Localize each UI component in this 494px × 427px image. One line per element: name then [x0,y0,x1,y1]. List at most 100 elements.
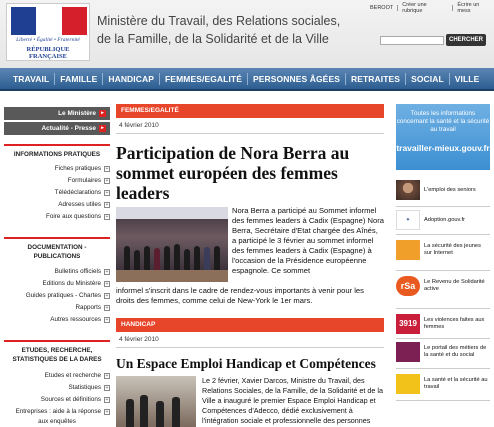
right-link[interactable]: ✦ Adoption.gouv.fr [396,210,490,230]
flag-icon [11,7,87,35]
nav-item-handicap[interactable]: HANDICAP [103,74,159,84]
site-header: Liberté • Égalité • Fraternité RÉPUBLIQU… [0,0,494,68]
right-link-label: Les violences faites aux femmes [424,317,485,330]
logo-republic: RÉPUBLIQUE FRANÇAISE [26,46,70,60]
search-input[interactable] [380,36,444,45]
sidebar-button-label: Actualité - Presse [41,125,96,132]
sidebar-button-actualite[interactable]: Actualité - Presse ▸ [4,122,110,135]
top-link[interactable]: Écrire un mess [457,2,494,14]
expand-icon: + [104,268,110,275]
site-title-line-2: de la Famille, de la Solidarité et de la… [97,32,329,46]
right-link-label: L'emploi des seniors [424,186,476,193]
expand-icon: + [104,372,110,379]
nav-item-retraites[interactable]: RETRAITES [346,74,405,84]
sidebar-button-label: Le Ministère [58,110,96,117]
sidebar-button-ministere[interactable]: Le Ministère ▸ [4,107,110,120]
category-badge[interactable]: FEMMES/EGALITÉ [116,104,384,118]
sidebar-section-title: ETUDES, RECHERCHE, STATISTIQUES DE LA DA… [4,340,110,364]
nav-item-femmes-egalite[interactable]: FEMMES/EGALITÉ [160,74,247,84]
expand-icon: + [104,280,110,287]
health-jobs-thumbnail [396,342,420,362]
sidebar-item-label: Rapports [75,304,101,311]
sidebar-item[interactable]: Adresses utiles + [4,200,110,209]
expand-icon: + [104,292,110,299]
expand-icon: + [104,396,110,403]
top-link[interactable]: Créer une rubrique [402,2,448,14]
expand-icon: + [104,316,110,323]
sidebar-item-label: Adresses utiles [58,201,101,208]
site-title-line-1: Ministère du Travail, des Relations soci… [97,14,341,28]
sidebar-item[interactable]: Fiches pratiques + [4,164,110,173]
expand-icon: + [104,165,110,172]
right-link[interactable]: 3919 Les violences faites aux femmes [396,314,490,334]
internet-safety-thumbnail [396,240,420,260]
article-title[interactable]: Un Espace Emploi Handicap et Compétences [116,355,384,372]
sidebar-item[interactable]: Foire aux questions + [4,212,110,221]
divider [396,234,490,235]
nav-item-social[interactable]: SOCIAL [406,74,449,84]
promo-text: Toutes les informations concernant la sa… [396,110,490,133]
promo-banner[interactable]: Toutes les informations concernant la sa… [396,104,490,170]
right-link-label: Adoption.gouv.fr [424,216,465,223]
expand-icon: + [104,189,110,196]
sidebar-item-label: Entreprises : aide à la réponse [15,408,101,415]
nav-item-famille[interactable]: FAMILLE [55,74,102,84]
seniors-thumbnail [396,180,420,200]
divider [396,308,490,309]
sidebar-item-label: Télédéclarations [54,189,101,196]
arrow-right-icon: ▸ [99,110,106,117]
work-safety-thumbnail [396,374,420,394]
site-title[interactable]: Ministère du Travail, des Relations soci… [97,12,357,48]
sidebar-item[interactable]: Sources et définitions + [4,395,110,404]
nav-item-ville[interactable]: VILLE [450,74,485,84]
article-date: 4 février 2010 [116,120,384,134]
nav-item-travail[interactable]: TRAVAIL [8,74,54,84]
sidebar-item[interactable]: Editions du Ministère + [4,279,110,288]
sidebar-item[interactable]: Bulletins officiels + [4,267,110,276]
arrow-right-icon: ▸ [99,125,106,132]
expand-icon: + [104,201,110,208]
article-summary: Nora Berra a participé au Sommet informe… [232,206,384,275]
sidebar-item[interactable]: Entreprises : aide à la réponse + [4,407,110,416]
right-link-label: Le portail des métiers de la santé et du… [424,345,487,358]
divider [396,270,490,271]
sidebar-item-label: aux enquêtes [38,418,76,425]
main-nav: TRAVAIL FAMILLE HANDICAP FEMMES/EGALITÉ … [0,68,494,91]
right-link[interactable]: L'emploi des seniors [396,180,490,200]
right-link[interactable]: rSa Le Revenu de Solidarité active [396,276,490,296]
sidebar-item[interactable]: Autres ressources + [4,315,110,324]
sidebar-item[interactable]: aux enquêtes [4,417,110,426]
republic-logo[interactable]: Liberté • Égalité • Fraternité RÉPUBLIQU… [6,3,90,61]
search-button[interactable]: CHERCHER [446,34,486,46]
sidebar-item[interactable]: Statistiques + [4,383,110,392]
article-photo[interactable] [116,207,228,282]
sidebar-item-label: Editions du Ministère [42,280,101,287]
sidebar-item-label: Statistiques [68,384,101,391]
expand-icon: + [104,304,110,311]
top-links: BEROOT Créer une rubrique Écrire un mess [370,2,494,14]
expand-icon: + [104,408,110,415]
sidebar-section-title: INFORMATIONS PRATIQUES [4,144,110,159]
article-title[interactable]: Participation de Nora Berra au sommet eu… [116,143,384,203]
right-link[interactable]: Le portail des métiers de la santé et du… [396,342,490,362]
sidebar-item[interactable]: Rapports + [4,303,110,312]
divider [396,368,490,369]
right-link-label: La santé et la sécurité au travail [424,377,488,390]
sidebar-section-title: DOCUMENTATION - PUBLICATIONS [4,237,110,261]
right-link[interactable]: La sécurité des jeunes sur Internet [396,240,490,260]
sidebar-item[interactable]: Formulaires + [4,176,110,185]
article-date: 4 février 2010 [116,334,384,348]
sidebar-item[interactable]: Télédéclarations + [4,188,110,197]
expand-icon: + [104,384,110,391]
sidebar-item[interactable]: Guides pratiques - Chartes + [4,291,110,300]
top-link[interactable]: BEROOT [370,5,393,11]
sidebar-item-label: Fiches pratiques [54,165,101,172]
category-badge[interactable]: HANDICAP [116,318,384,332]
sidebar-item-label: Sources et définitions [40,396,101,403]
article-photo[interactable] [116,376,196,427]
right-link[interactable]: La santé et la sécurité au travail [396,374,490,394]
sidebar-item[interactable]: Etudes et recherche + [4,371,110,380]
divider [396,206,490,207]
nav-item-personnes-agees[interactable]: PERSONNES ÂGÉES [248,74,345,84]
violence-hotline-thumbnail: 3919 [396,314,420,334]
